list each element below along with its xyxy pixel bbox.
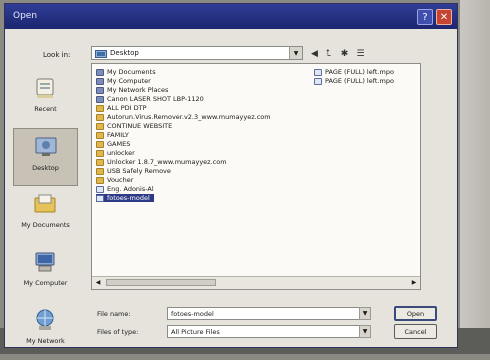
place-my-computer[interactable]: My Computer (13, 244, 78, 302)
file-name-label: File name: (97, 310, 131, 318)
file-name: Eng. Adonis-Al (107, 185, 154, 193)
place-label: Desktop (32, 164, 59, 172)
folder-icon (96, 122, 104, 130)
help-button[interactable]: ? (417, 9, 433, 25)
folder-icon (96, 131, 104, 139)
file-name: FAMILY (107, 131, 129, 139)
place-label: Recent (34, 105, 57, 113)
open-dialog: Open ? ✕ Look in: Desktop ▼ ◀ ⮤ ✱ ☰ Rece… (4, 3, 458, 348)
new-folder-icon[interactable]: ✱ (339, 48, 350, 59)
image-file-icon (314, 77, 322, 85)
file-name-input[interactable]: fotoes-model (167, 307, 369, 320)
scroll-right-icon[interactable]: ▶ (408, 277, 420, 288)
list-item[interactable]: PAGE (FULL) left.mpo (314, 68, 394, 76)
desktop-folder-icon (95, 50, 107, 58)
list-item[interactable]: unlocker (96, 149, 135, 157)
scrollbar-thumb[interactable] (106, 279, 216, 286)
list-item[interactable]: ALL PDI DTP (96, 104, 147, 112)
printer-icon (96, 95, 104, 103)
place-my-documents[interactable]: My Documents (13, 186, 78, 244)
file-name: My Computer (107, 77, 151, 85)
file-name: CONTINUE WEBSITE (107, 122, 173, 130)
system-folder-icon (96, 68, 104, 76)
file-name: Unlocker 1.8.7_www.mumayyez.com (107, 158, 227, 166)
file-name: ALL PDI DTP (107, 104, 147, 112)
file-name: Autorun.Virus.Remover.v2.3_www.mumayyez.… (107, 113, 271, 121)
desktop-icon (35, 137, 57, 156)
file-name: Canon LASER SHOT LBP-1120 (107, 95, 204, 103)
file-name: PAGE (FULL) left.mpo (325, 68, 394, 76)
file-name: fotoes-model (107, 194, 150, 202)
scroll-left-icon[interactable]: ◀ (92, 277, 104, 288)
folder-icon (96, 113, 104, 121)
list-item[interactable]: FAMILY (96, 131, 129, 139)
file-name: My Network Places (107, 86, 169, 94)
folder-icon (96, 149, 104, 157)
image-file-icon (314, 68, 322, 76)
horizontal-scrollbar[interactable]: ◀ ▶ (92, 276, 420, 289)
list-item[interactable]: My Network Places (96, 86, 168, 94)
views-menu-icon[interactable]: ☰ (355, 48, 366, 59)
network-icon (96, 86, 104, 94)
folder-icon (96, 158, 104, 166)
recent-icon (36, 78, 54, 98)
title-bar[interactable]: Open ? ✕ (5, 4, 457, 29)
window-title: Open (13, 11, 38, 21)
close-button[interactable]: ✕ (436, 9, 452, 25)
folder-icon (96, 104, 104, 112)
file-name: PAGE (FULL) left.mpo (325, 77, 394, 85)
file-name: GAMES (107, 140, 131, 148)
background-right (460, 0, 490, 354)
file-name: Voucher (107, 176, 134, 184)
list-item[interactable]: My Computer (96, 77, 151, 85)
list-item[interactable]: USB Safely Remove (96, 167, 171, 175)
list-item[interactable]: Unlocker 1.8.7_www.mumayyez.com (96, 158, 227, 166)
network-icon (36, 309, 54, 330)
look-in-dropdown[interactable]: Desktop ▼ (91, 46, 303, 60)
close-icon: ✕ (439, 11, 449, 23)
image-file-icon (96, 194, 104, 202)
list-item[interactable]: My Documents (96, 68, 156, 76)
help-icon: ? (422, 11, 428, 23)
list-item[interactable]: Autorun.Virus.Remover.v2.3_www.mumayyez.… (96, 113, 271, 121)
list-item[interactable]: Eng. Adonis-Al (96, 185, 154, 193)
file-name: USB Safely Remove (107, 167, 171, 175)
folder-icon (96, 176, 104, 184)
open-button[interactable]: Open (394, 306, 437, 321)
look-in-label: Look in: (43, 51, 71, 59)
back-icon[interactable]: ◀ (309, 48, 320, 59)
up-folder-icon[interactable]: ⮤ (323, 48, 334, 59)
computer-icon (96, 77, 104, 85)
file-type-select[interactable]: All Picture Files (167, 325, 369, 338)
folder-icon (96, 167, 104, 175)
places-bar: Recent Desktop My Documents My Computer … (13, 70, 78, 345)
chevron-down-icon[interactable]: ▼ (289, 47, 302, 59)
list-item-selected[interactable]: fotoes-model (96, 194, 154, 202)
file-type-label: Files of type: (97, 328, 139, 336)
place-recent[interactable]: Recent (13, 70, 78, 128)
place-label: My Documents (21, 221, 70, 229)
chevron-down-icon[interactable]: ▼ (359, 325, 371, 338)
chevron-down-icon[interactable]: ▼ (359, 307, 371, 320)
cancel-button[interactable]: Cancel (394, 324, 437, 339)
list-item[interactable]: PAGE (FULL) left.mpo (314, 77, 394, 85)
file-name: unlocker (107, 149, 135, 157)
place-label: My Network (26, 337, 65, 345)
place-my-network[interactable]: My Network (13, 302, 78, 360)
file-name: My Documents (107, 68, 156, 76)
list-item[interactable]: GAMES (96, 140, 130, 148)
list-item[interactable]: Voucher (96, 176, 133, 184)
place-label: My Computer (23, 279, 68, 287)
list-item[interactable]: Canon LASER SHOT LBP-1120 (96, 95, 204, 103)
list-item[interactable]: CONTINUE WEBSITE (96, 122, 172, 130)
look-in-value: Desktop (110, 49, 139, 57)
folder-icon (96, 140, 104, 148)
computer-icon (35, 252, 55, 272)
file-list[interactable]: My Documents My Computer My Network Plac… (91, 63, 421, 290)
place-desktop[interactable]: Desktop (13, 128, 78, 186)
documents-icon (34, 194, 56, 213)
image-file-icon (96, 185, 104, 193)
